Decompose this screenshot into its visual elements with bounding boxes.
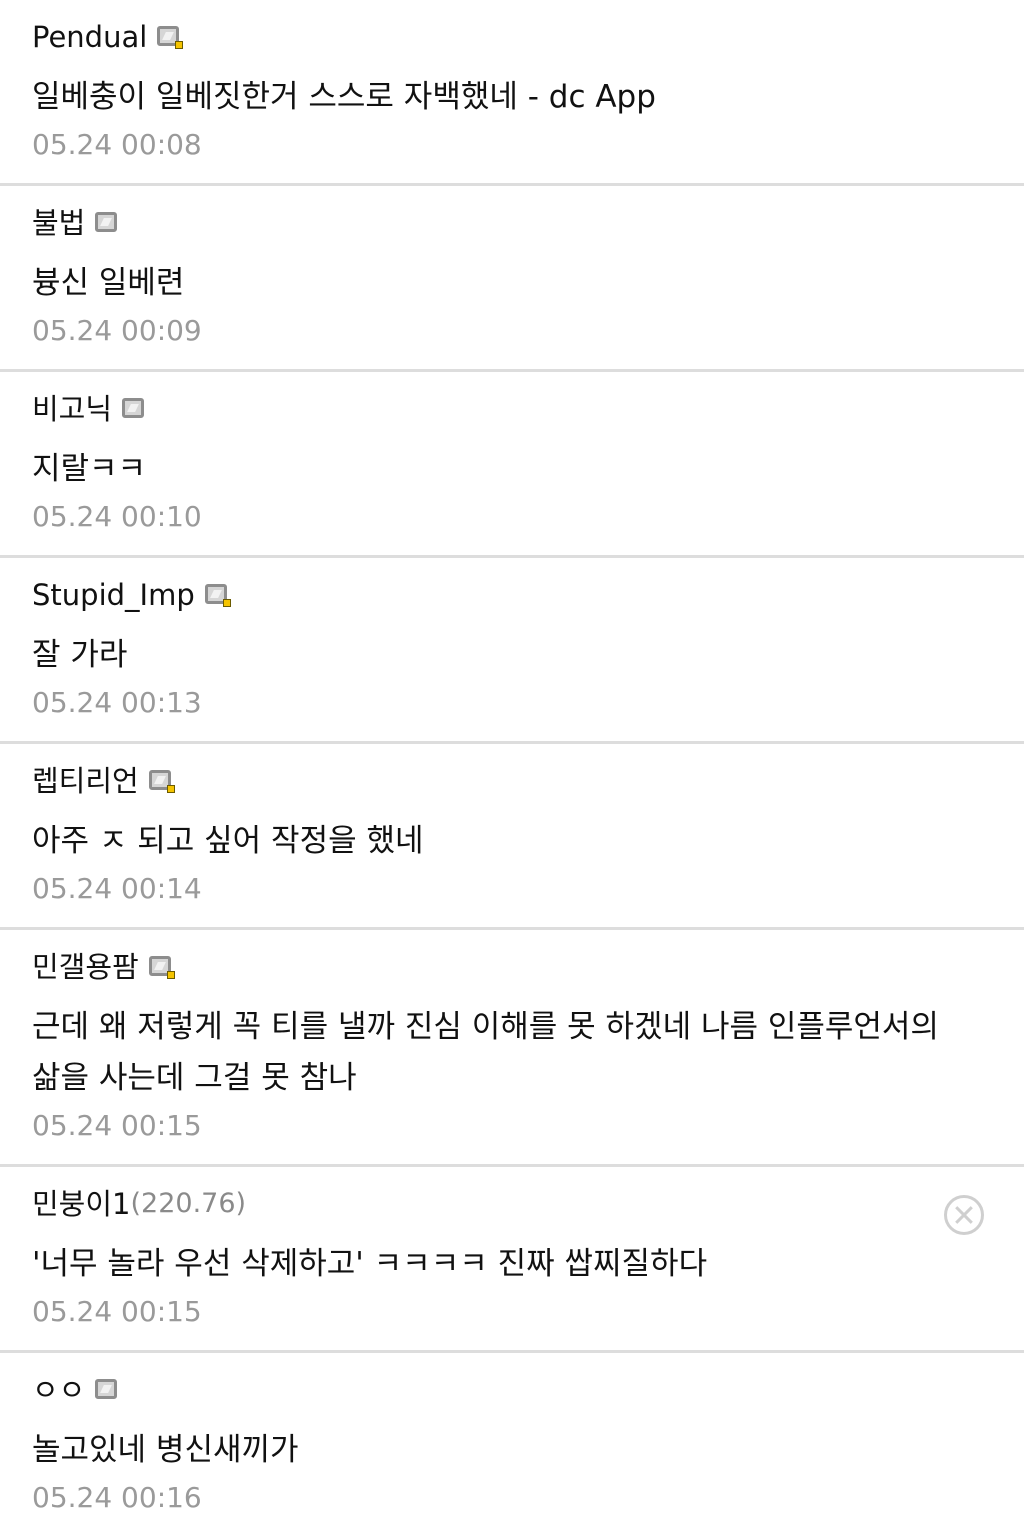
comment-author[interactable]: 비고닉 (32, 386, 112, 432)
comment-item: 민붕이1 (220.76) '너무 놀라 우선 삭제하고' ㅋㅋㅋㅋ 진짜 쌉찌… (0, 1167, 1024, 1353)
comment-timestamp: 05.24 00:09 (32, 314, 202, 347)
comment-author[interactable]: 민갤용팜 (32, 944, 139, 990)
comment-author-line: Stupid_Imp (32, 572, 992, 618)
gallog-fixed-nick-icon[interactable] (204, 583, 231, 607)
gallog-nick-icon[interactable] (95, 1378, 121, 1402)
comment-author-line: 민갤용팜 (32, 944, 992, 990)
comment-timestamp: 05.24 00:15 (32, 1295, 202, 1328)
comment-timestamp: 05.24 00:08 (32, 128, 202, 161)
comment-author-line: Pendual (32, 14, 992, 60)
gallog-fixed-nick-icon[interactable] (148, 769, 175, 793)
comment-timestamp: 05.24 00:15 (32, 1109, 202, 1142)
comment-list: Pendual 일베충이 일베짓한거 스스로 자백했네 - dc App 05.… (0, 0, 1024, 1539)
gallog-nick-icon[interactable] (122, 397, 148, 421)
comment-item: 불법 븅신 일베련 05.24 00:09 (0, 186, 1024, 372)
comment-author-line: 민붕이1 (220.76) (32, 1181, 992, 1227)
comment-text: 놀고있네 병신새끼가 (32, 1432, 299, 1468)
comment-author-ip: (220.76) (130, 1188, 247, 1219)
comment-item: 렙티리언 아주 ㅈ 되고 싶어 작정을 했네 05.24 00:14 (0, 744, 1024, 930)
comment-text: 븅신 일베련 (32, 265, 185, 301)
comment-author-line: 비고닉 (32, 386, 992, 432)
comment-author-line: 렙티리언 (32, 758, 992, 804)
comment-author-line: ㅇㅇ (32, 1367, 992, 1413)
comment-text: 일베충이 일베짓한거 스스로 자백했네 - dc App (32, 79, 656, 115)
comment-timestamp: 05.24 00:13 (32, 686, 202, 719)
comment-text: '너무 놀라 우선 삭제하고' ㅋㅋㅋㅋ 진짜 쌉찌질하다 (32, 1246, 708, 1282)
comment-author[interactable]: 불법 (32, 200, 85, 246)
gallog-fixed-nick-icon[interactable] (157, 25, 184, 49)
comment-author[interactable]: ㅇㅇ (32, 1367, 85, 1413)
comment-item: ㅇㅇ 놀고있네 병신새끼가 05.24 00:16 (0, 1353, 1024, 1539)
comment-timestamp: 05.24 00:16 (32, 1481, 202, 1514)
comment-timestamp: 05.24 00:14 (32, 872, 202, 905)
comment-author[interactable]: 렙티리언 (32, 758, 139, 804)
gallog-fixed-nick-icon[interactable] (148, 955, 175, 979)
comment-item: 비고닉 지랄ㅋㅋ 05.24 00:10 (0, 372, 1024, 558)
comment-item: Stupid_Imp 잘 가라 05.24 00:13 (0, 558, 1024, 744)
comment-text: 잘 가라 (32, 637, 128, 673)
gallog-nick-icon[interactable] (95, 211, 121, 235)
comment-text: 아주 ㅈ 되고 싶어 작정을 했네 (32, 823, 424, 859)
comment-author[interactable]: 민붕이1 (32, 1181, 131, 1227)
comment-item: 민갤용팜 근데 왜 저렇게 꼭 티를 낼까 진심 이해를 못 하겠네 나름 인플… (0, 930, 1024, 1167)
comment-timestamp: 05.24 00:10 (32, 500, 202, 533)
comment-author[interactable]: Stupid_Imp (32, 572, 195, 618)
comment-text: 근데 왜 저렇게 꼭 티를 낼까 진심 이해를 못 하겠네 나름 인플루언서의 … (32, 1009, 939, 1096)
comment-item: Pendual 일베충이 일베짓한거 스스로 자백했네 - dc App 05.… (0, 0, 1024, 186)
comment-author-line: 불법 (32, 200, 992, 246)
comment-author[interactable]: Pendual (32, 14, 147, 60)
delete-comment-button[interactable] (944, 1195, 984, 1235)
comment-text: 지랄ㅋㅋ (32, 451, 147, 487)
